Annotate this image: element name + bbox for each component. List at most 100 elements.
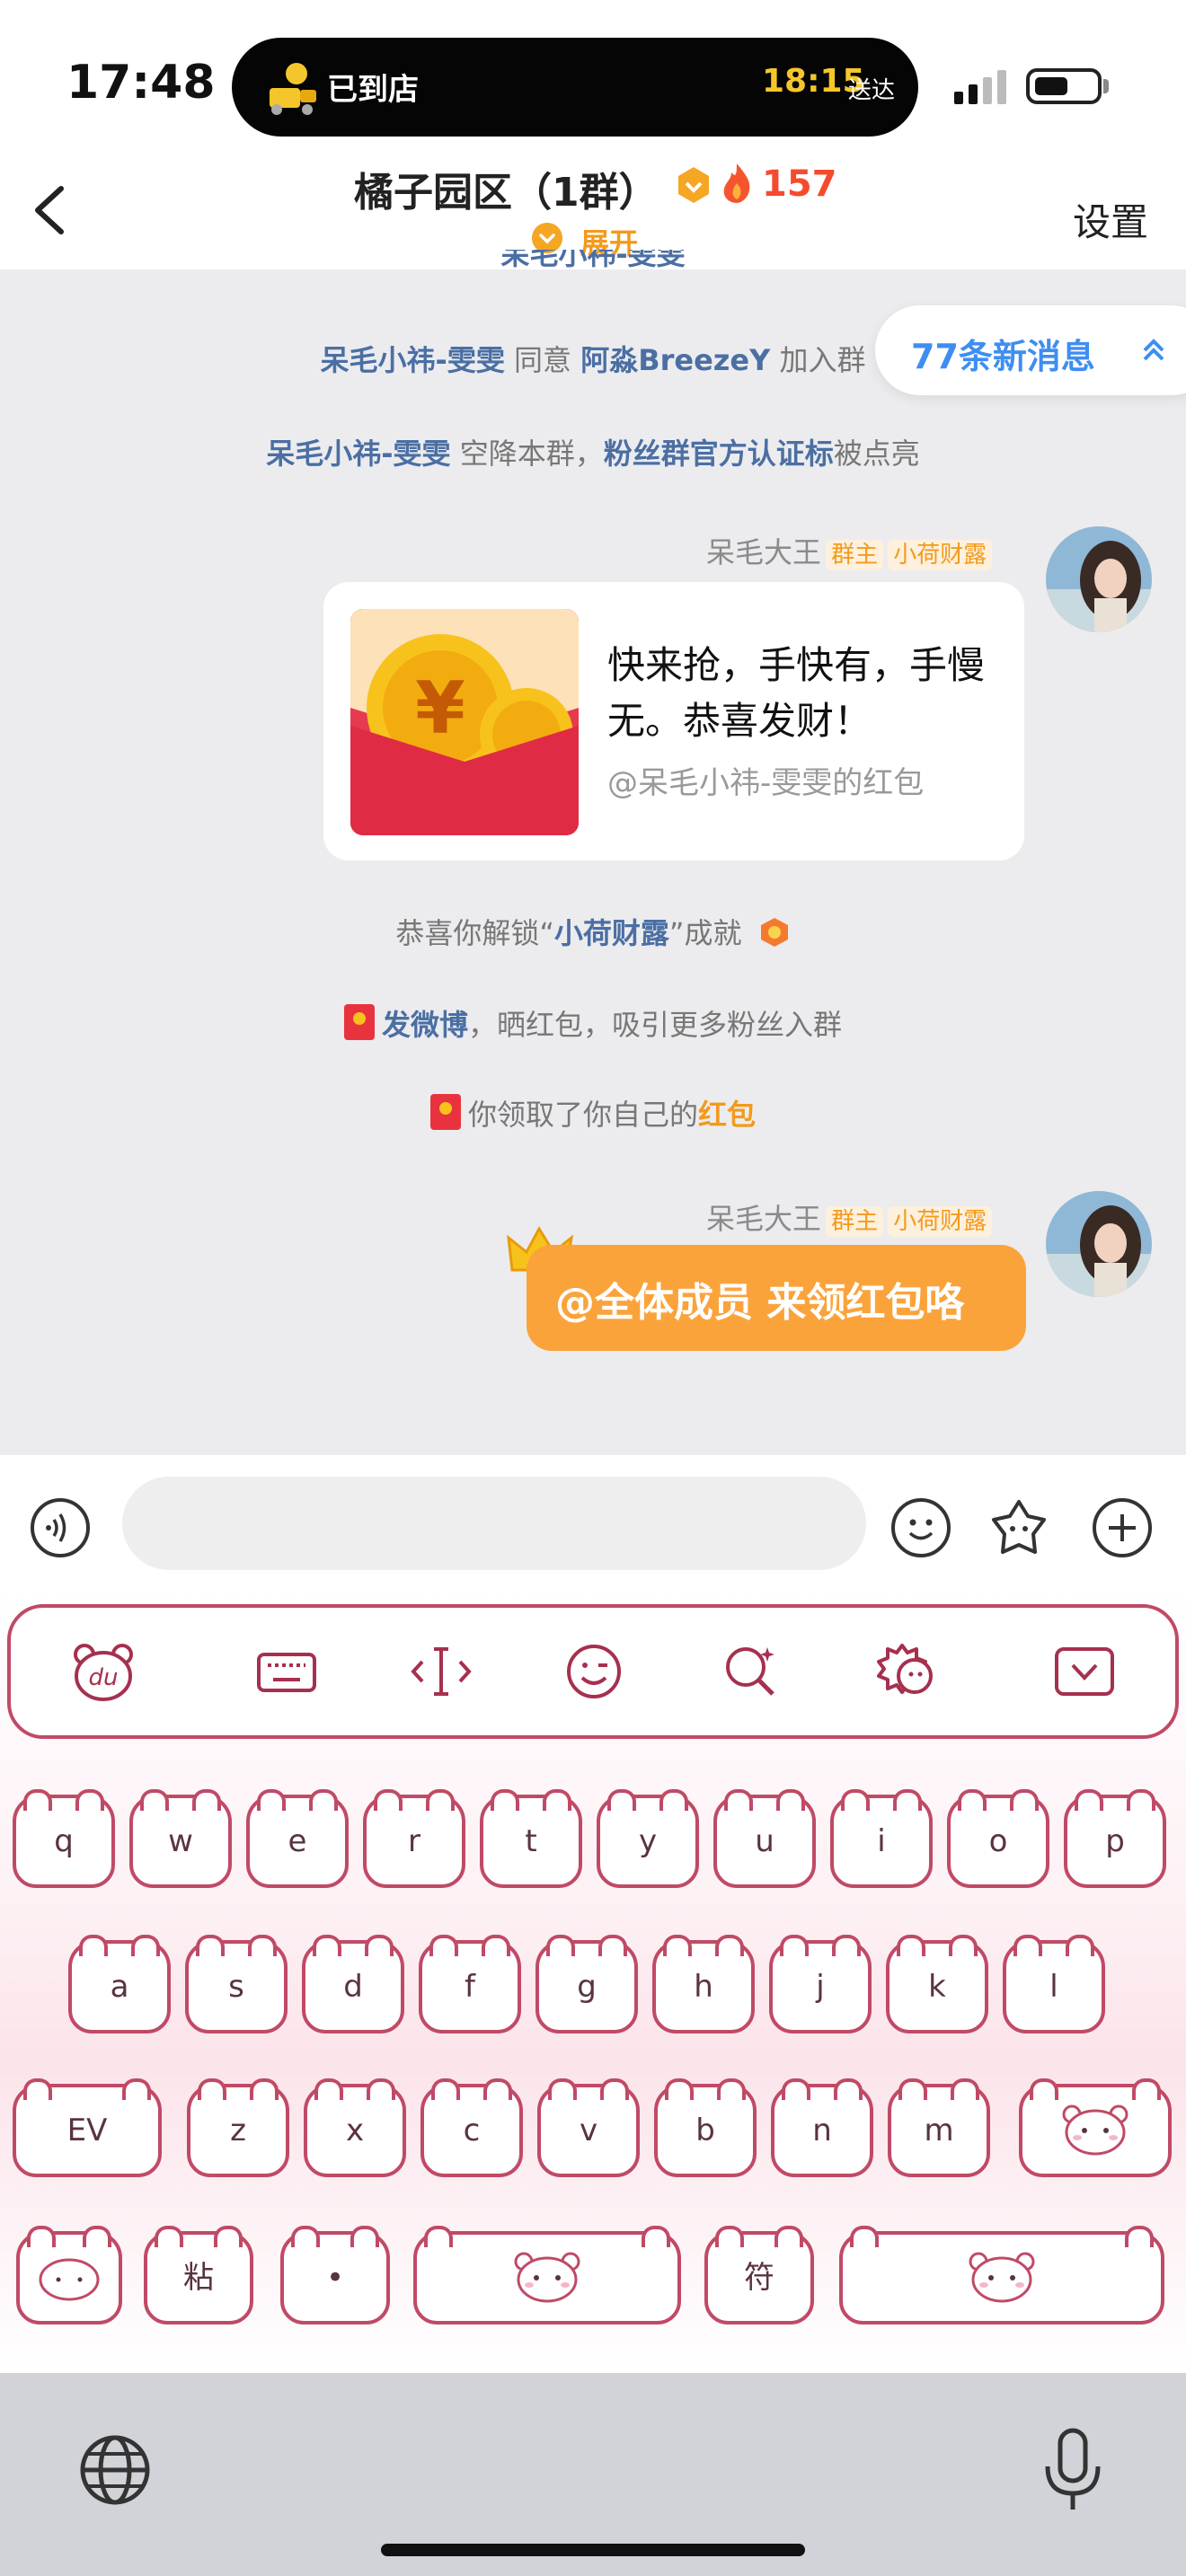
key-v[interactable]: v [537, 2078, 640, 2177]
owner-tag: 群主 [826, 1206, 884, 1237]
dynamic-island[interactable]: 已到店 18:15 送达 [232, 38, 918, 137]
voice-icon[interactable] [31, 1498, 90, 1557]
user-link[interactable]: 阿淼BreezeY [580, 343, 770, 377]
search-icon[interactable] [719, 1640, 782, 1703]
avatar[interactable] [1046, 526, 1152, 632]
red-packet-link[interactable]: 红包 [698, 1098, 756, 1132]
fan-tag: 小荷财露 [888, 1206, 993, 1237]
punct-key[interactable]: • [280, 2226, 390, 2325]
key-q[interactable]: q [13, 1789, 115, 1888]
cursor-icon[interactable] [410, 1640, 473, 1703]
weibo-share-tip: 发微博，晒红包，吸引更多粉丝入群 [0, 1002, 1186, 1044]
new-messages-pill[interactable]: 77条新消息 [875, 305, 1186, 395]
key-i[interactable]: i [830, 1789, 933, 1888]
owner-tag: 群主 [826, 540, 884, 570]
message-input[interactable] [122, 1477, 866, 1570]
key-h[interactable]: h [652, 1935, 755, 2033]
bear-face-icon [514, 2252, 580, 2303]
bear-face-icon [39, 2258, 100, 2301]
key-f[interactable]: f [419, 1935, 521, 2033]
achievement-message: 恭喜你解锁“小荷财露”成就 [0, 911, 1186, 952]
settings-icon[interactable] [875, 1640, 938, 1703]
key-p[interactable]: p [1064, 1789, 1166, 1888]
key-m[interactable]: m [888, 2078, 990, 2177]
back-icon[interactable] [27, 183, 72, 237]
red-envelope-icon [343, 1004, 375, 1040]
heat-count: 157 [762, 163, 837, 205]
user-link[interactable]: 呆毛小祎-雯雯 [321, 343, 505, 377]
system-keyboard-bar [0, 2373, 1186, 2576]
user-link[interactable]: 呆毛小祎-雯雯 [266, 437, 450, 471]
space-key-left[interactable] [413, 2226, 681, 2325]
key-j[interactable]: j [769, 1935, 872, 2033]
paste-key[interactable]: 粘 [144, 2226, 253, 2325]
key-b[interactable]: b [654, 2078, 757, 2177]
message-sender-row: 呆毛大王 群主 小荷财露 [706, 530, 993, 571]
scrolled-system-message: 呆毛小祎-雯雯 [500, 250, 686, 269]
symbol-key[interactable]: 符 [704, 2226, 814, 2325]
key-ev[interactable]: EV [13, 2078, 162, 2177]
battery-icon [1026, 68, 1102, 104]
status-time: 17:48 [66, 56, 216, 110]
settings-button[interactable]: 设置 [1073, 192, 1148, 247]
key-l[interactable]: l [1003, 1935, 1105, 2033]
fire-icon [723, 163, 750, 203]
plus-icon[interactable] [1093, 1498, 1152, 1557]
svg-text:du: du [89, 1664, 119, 1691]
key-u[interactable]: u [713, 1789, 816, 1888]
home-indicator[interactable] [381, 2544, 805, 2556]
battery-level [1035, 77, 1067, 95]
key-k[interactable]: k [886, 1935, 988, 2033]
system-message-badge: 呆毛小祎-雯雯 空降本群，粉丝群官方认证标被点亮 [266, 437, 920, 471]
key-n[interactable]: n [771, 2078, 873, 2177]
key-x[interactable]: x [304, 2078, 406, 2177]
double-chevron-up-icon [1143, 339, 1164, 361]
key-d[interactable]: d [302, 1935, 404, 2033]
key-g[interactable]: g [535, 1935, 638, 2033]
avatar[interactable] [1046, 1191, 1152, 1297]
sticker-icon[interactable] [987, 1496, 1051, 1561]
key-s[interactable]: s [185, 1935, 288, 2033]
achievement-badge-icon [760, 918, 788, 947]
microphone-icon[interactable] [1035, 2427, 1111, 2513]
red-packet-card[interactable]: ¥ 快来抢，手快有，手慢无。恭喜发财！ @呆毛小祎-雯雯的红包 [323, 582, 1024, 860]
sender-name[interactable]: 呆毛大王 [706, 535, 821, 569]
key-c[interactable]: c [420, 2078, 523, 2177]
claim-tip: 你领取了你自己的红包 [0, 1092, 1186, 1134]
bear-face-icon [1062, 2104, 1128, 2156]
keyboard-icon[interactable] [255, 1640, 318, 1703]
key-e[interactable]: e [246, 1789, 349, 1888]
collapse-icon[interactable] [1053, 1640, 1116, 1703]
island-eta-label: 送达 [848, 77, 896, 104]
new-messages-label: 77条新消息 [911, 337, 1095, 376]
key-a[interactable]: a [68, 1935, 171, 2033]
expand-icon[interactable] [532, 223, 562, 253]
key-t[interactable]: t [480, 1789, 582, 1888]
fan-tag: 小荷财露 [888, 540, 993, 570]
badge-link[interactable]: 粉丝群官方认证标 [604, 437, 834, 471]
key-w[interactable]: w [129, 1789, 232, 1888]
message-bubble[interactable]: @全体成员 来领红包咯 [527, 1245, 1026, 1351]
emoji-key[interactable] [16, 2226, 122, 2325]
key-o[interactable]: o [947, 1789, 1049, 1888]
group-title[interactable]: 橘子园区（1群） [354, 160, 659, 217]
delete-key[interactable] [1019, 2078, 1172, 2177]
space-key-right[interactable] [839, 2226, 1164, 2325]
red-envelope-icon [429, 1094, 461, 1130]
globe-icon[interactable] [77, 2432, 153, 2508]
red-packet-message: 快来抢，手快有，手慢无。恭喜发财！ [607, 643, 986, 743]
bear-du-icon[interactable]: du [72, 1640, 135, 1703]
delivery-rider-icon [270, 63, 316, 115]
key-z[interactable]: z [187, 2078, 289, 2177]
wink-emoji-icon[interactable] [562, 1640, 625, 1703]
emoji-icon[interactable] [891, 1498, 951, 1557]
level-badge-icon [678, 167, 709, 203]
red-packet-icon: ¥ [350, 609, 579, 835]
achievement-link[interactable]: 小荷财露 [554, 916, 669, 950]
message-text: @全体成员 来领红包咯 [555, 1280, 965, 1326]
key-y[interactable]: y [597, 1789, 699, 1888]
red-packet-sender: @呆毛小祎-雯雯的红包 [607, 765, 925, 801]
weibo-link[interactable]: 发微博 [382, 1008, 468, 1042]
sender-name[interactable]: 呆毛大王 [706, 1202, 821, 1236]
key-r[interactable]: r [363, 1789, 465, 1888]
